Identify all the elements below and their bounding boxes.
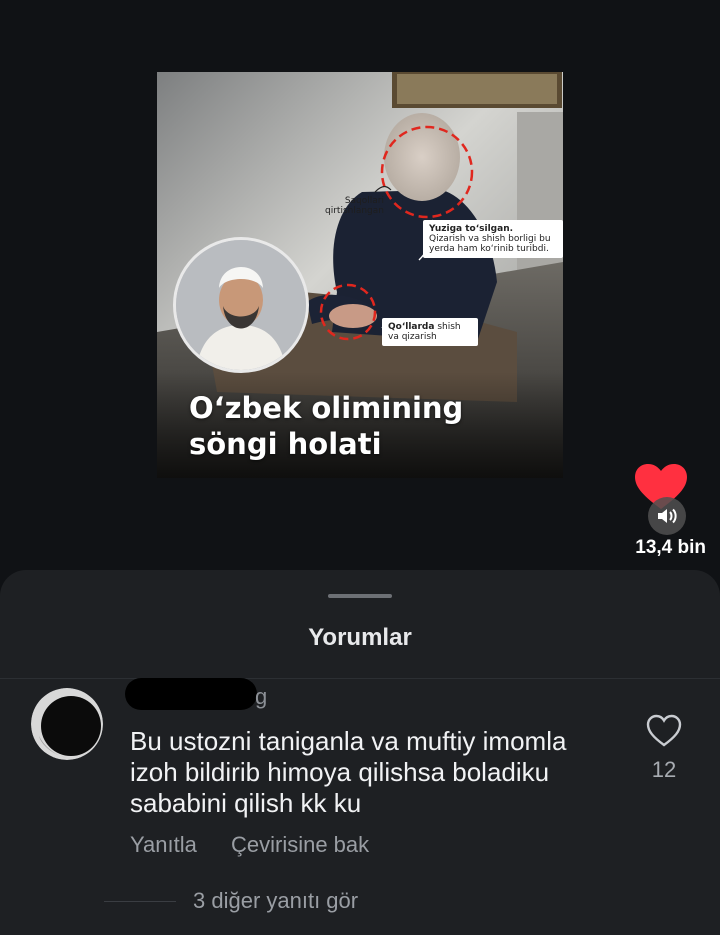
comment-actions: Yanıtla Çevirisine bak: [130, 832, 397, 858]
see-translation-button[interactable]: Çevirisine bak: [231, 832, 369, 857]
comment-text: Bu ustozni taniganla va muftiy imomla iz…: [130, 726, 567, 818]
hands-callout-title: Qo‘llarda: [388, 322, 435, 332]
reel-feed: Saqollari qirtishlangan Yuziga to‘silgan…: [0, 0, 720, 580]
heart-outline-icon[interactable]: [646, 714, 682, 748]
volume-icon: [658, 508, 677, 524]
beard-callout-text: Saqollari qirtishlangan: [325, 196, 384, 216]
username-tail: g: [255, 684, 268, 709]
avatar[interactable]: [31, 688, 103, 760]
username-redaction: [125, 678, 257, 710]
post-headline: O‘zbek olimining söngi holati: [189, 391, 464, 461]
replies-divider: [104, 901, 176, 902]
beard-callout: Saqollari qirtishlangan: [325, 196, 384, 216]
comment-username[interactable]: g: [125, 676, 268, 712]
face-callout: Yuziga to‘silgan. Qizarish va shish borl…: [423, 220, 563, 258]
sheet-drag-handle[interactable]: [328, 594, 392, 598]
post-image[interactable]: Saqollari qirtishlangan Yuziga to‘silgan…: [157, 72, 563, 478]
comment-like-count: 12: [651, 757, 677, 782]
face-callout-title: Yuziga to‘silgan.: [429, 224, 514, 234]
sheet-divider: [0, 678, 720, 679]
reply-button[interactable]: Yanıtla: [130, 832, 197, 857]
scholar-portrait: [173, 237, 309, 373]
sound-toggle-button[interactable]: [648, 497, 686, 535]
hands-callout: Qo‘llarda shish va qizarish: [382, 318, 478, 346]
view-more-replies-button[interactable]: 3 diğer yanıtı gör: [193, 888, 358, 914]
sheet-title: Yorumlar: [308, 624, 412, 651]
face-callout-text: Qizarish va shish borligi bu yerda ham k…: [429, 234, 551, 254]
like-count: 13,4 bin: [635, 537, 706, 558]
comments-sheet: Yorumlar g Bu ustozni taniganla va mufti…: [0, 570, 720, 935]
